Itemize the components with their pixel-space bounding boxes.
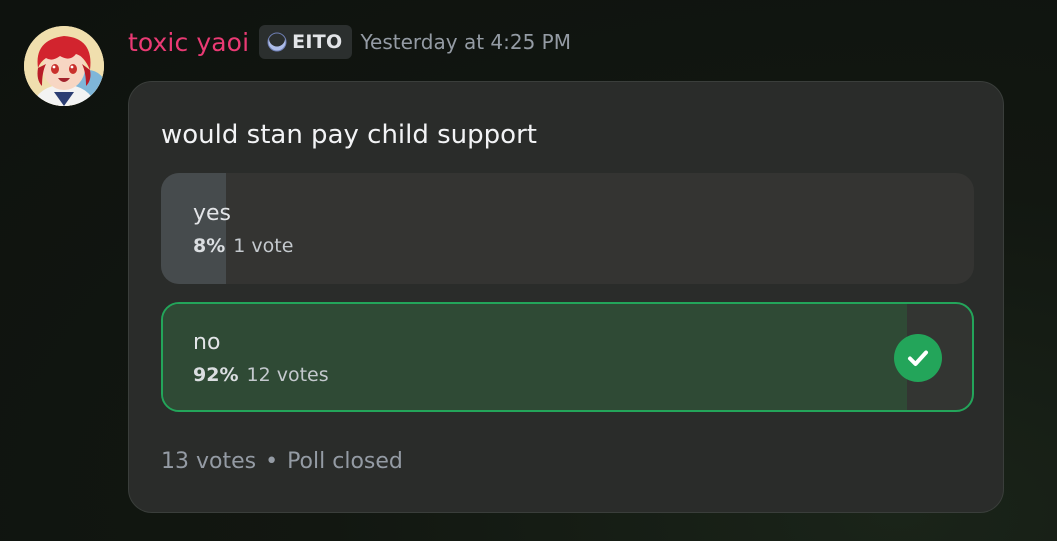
message-timestamp[interactable]: Yesterday at 4:25 PM	[361, 30, 572, 54]
poll-answer-percent: 8%	[193, 235, 226, 257]
anime-character-avatar	[24, 26, 104, 106]
poll-answer-yes[interactable]: yes 8% 1 vote	[161, 173, 974, 284]
username[interactable]: toxic yaoi	[128, 28, 249, 57]
poll-footer: 13 votes • Poll closed	[161, 449, 403, 474]
message-header: toxic yaoi EITO Yesterday at 4:25 PM	[128, 24, 571, 60]
poll-answer-label: yes	[193, 201, 232, 226]
poll-answer-percent: 92%	[193, 364, 239, 386]
poll-total-votes[interactable]: 13 votes	[161, 449, 256, 474]
poll-status: Poll closed	[287, 449, 403, 474]
poll-answer-stats: 92% 12 votes	[193, 364, 329, 386]
poll-answer-result-bar	[161, 173, 227, 284]
poll-answer-label: no	[193, 330, 221, 355]
avatar[interactable]	[24, 26, 104, 106]
poll-answer-votes: 1 vote	[233, 235, 294, 257]
guild-tag[interactable]: EITO	[259, 25, 352, 59]
moon-crescent-icon	[267, 31, 287, 52]
guild-tag-label: EITO	[292, 31, 343, 53]
poll-answer-votes: 12 votes	[246, 364, 329, 386]
footer-separator: •	[265, 449, 279, 474]
poll-card: would stan pay child support yes 8% 1 vot…	[128, 81, 1004, 513]
poll-question: would stan pay child support	[161, 120, 537, 150]
poll-answer-stats: 8% 1 vote	[193, 235, 293, 257]
checkmark-icon	[894, 334, 942, 382]
poll-answer-no[interactable]: no 92% 12 votes	[161, 302, 974, 412]
poll-answer-result-bar	[163, 304, 908, 410]
